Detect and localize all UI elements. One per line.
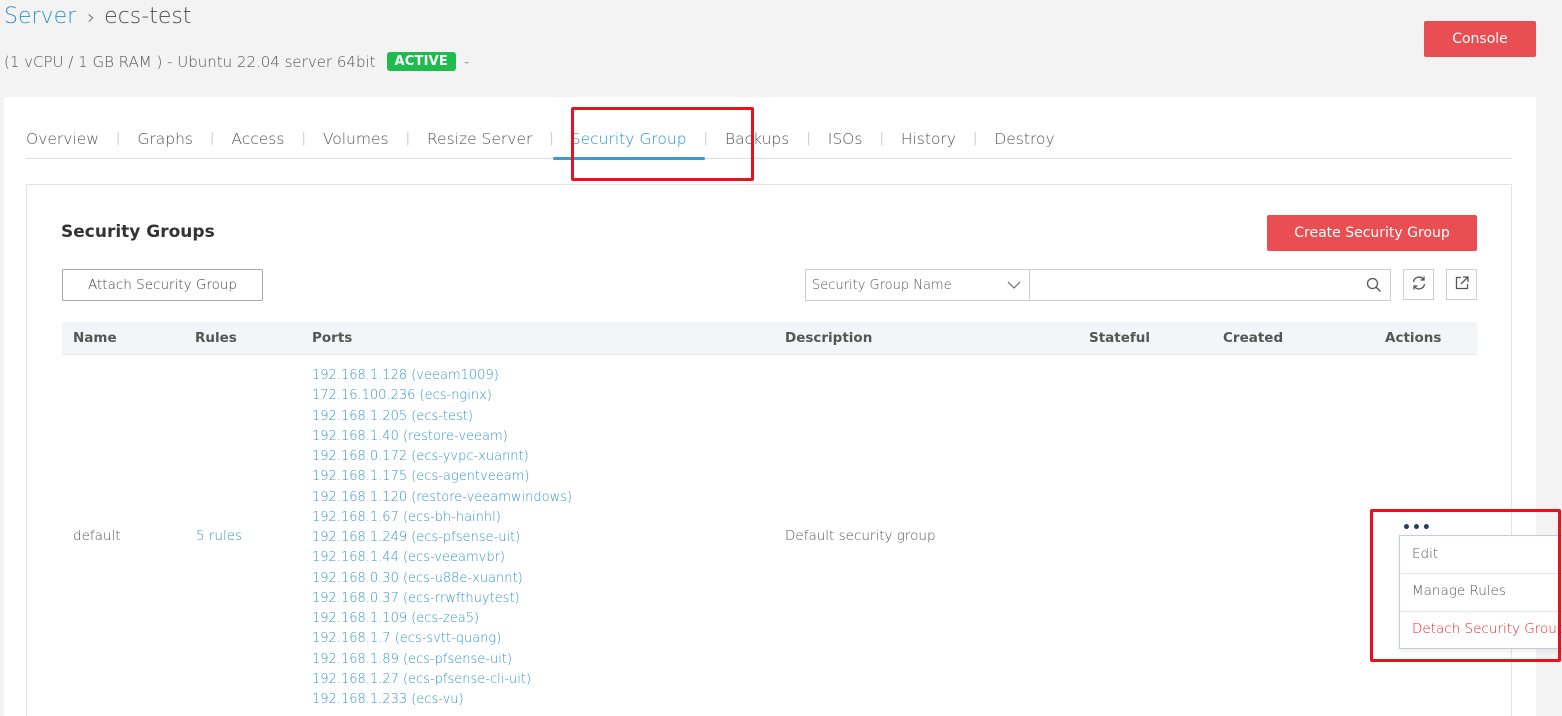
tab-separator: | <box>115 131 121 146</box>
column-header-actions: Actions <box>1385 330 1442 346</box>
tab-overview[interactable]: Overview <box>26 119 99 159</box>
tab-separator: | <box>301 131 306 146</box>
port-link[interactable]: 192.168.1.128 (veeam1009) <box>312 366 572 386</box>
refresh-icon <box>1410 274 1428 296</box>
section-title: Security Groups <box>61 222 215 242</box>
tab-separator: | <box>210 131 215 146</box>
filter-field-value: Security Group Name <box>812 277 952 293</box>
ports-list: 192.168.1.128 (veeam1009) 172.16.100.236… <box>312 366 572 710</box>
chevron-down-icon <box>1005 276 1023 298</box>
refresh-button[interactable] <box>1403 269 1434 300</box>
port-link[interactable]: 192.168.1.44 (ecs-veeamvbr) <box>312 548 572 568</box>
server-spec: (1 vCPU / 1 GB RAM ) - Ubuntu 22.04 serv… <box>4 52 376 71</box>
search-icon[interactable] <box>1366 277 1382 297</box>
column-header-stateful[interactable]: Stateful <box>1089 322 1150 354</box>
search-field <box>1029 269 1391 301</box>
console-button[interactable]: Console <box>1424 21 1536 57</box>
port-link[interactable]: 192.168.1.205 (ecs-test) <box>312 407 572 427</box>
external-link-icon <box>1453 274 1471 296</box>
port-link[interactable]: 192.168.1.249 (ecs-pfsense-uit) <box>312 528 572 548</box>
port-link[interactable]: 192.168.1.27 (ecs-pfsense-cli-uit) <box>312 670 572 690</box>
port-link[interactable]: 192.168.1.67 (ecs-bh-hainhl) <box>312 508 572 528</box>
tab-access[interactable]: Access <box>231 119 284 159</box>
security-groups-card <box>26 184 1512 716</box>
table-header: Name Rules Ports Description Stateful Cr… <box>62 322 1477 355</box>
tab-destroy[interactable]: Destroy <box>994 119 1054 159</box>
breadcrumb-server-link[interactable]: Server <box>4 4 76 29</box>
create-security-group-button[interactable]: Create Security Group <box>1267 215 1477 251</box>
column-header-name[interactable]: Name <box>73 322 117 354</box>
column-header-rules[interactable]: Rules <box>195 322 237 354</box>
port-link[interactable]: 192.168.1.233 (ecs-vu) <box>312 690 572 710</box>
port-link[interactable]: 192.168.0.30 (ecs-u88e-xuannt) <box>312 569 572 589</box>
port-link[interactable]: 192.168.1.120 (restore-veeamwindows) <box>312 488 572 508</box>
port-link[interactable]: 172.16.100.236 (ecs-nginx) <box>312 386 572 406</box>
rules-link[interactable]: 5 rules <box>196 528 242 544</box>
port-link[interactable]: 192.168.0.172 (ecs-yvpc-xuannt) <box>312 447 572 467</box>
server-info: (1 vCPU / 1 GB RAM ) - Ubuntu 22.04 serv… <box>4 52 469 71</box>
column-header-created[interactable]: Created <box>1223 322 1283 354</box>
port-link[interactable]: 192.168.1.175 (ecs-agentveeam) <box>312 467 572 487</box>
tab-separator: | <box>549 131 554 146</box>
tab-separator: | <box>806 131 811 146</box>
port-link[interactable]: 192.168.1.109 (ecs-zea5) <box>312 609 572 629</box>
filter-field-select[interactable]: Security Group Name <box>805 269 1030 301</box>
attach-security-group-button[interactable]: Attach Security Group <box>62 269 263 301</box>
port-link[interactable]: 192.168.0.37 (ecs-rrwfthuytest) <box>312 589 572 609</box>
status-badge: ACTIVE <box>386 52 456 71</box>
server-info-suffix: - <box>463 52 470 71</box>
tab-history[interactable]: History <box>901 119 956 159</box>
tab-separator: | <box>405 131 410 146</box>
tab-graphs[interactable]: Graphs <box>137 119 193 159</box>
breadcrumb: Server › ecs-test <box>4 4 191 29</box>
page-title: ecs-test <box>104 4 192 29</box>
column-header-ports[interactable]: Ports <box>312 322 352 354</box>
tab-isos[interactable]: ISOs <box>828 119 863 159</box>
tab-resize-server[interactable]: Resize Server <box>427 119 532 159</box>
row-description: Default security group <box>785 528 936 544</box>
column-header-description[interactable]: Description <box>785 322 872 354</box>
port-link[interactable]: 192.168.1.89 (ecs-pfsense-uit) <box>312 650 572 670</box>
port-link[interactable]: 192.168.1.7 (ecs-svtt-quang) <box>312 629 572 649</box>
row-name: default <box>73 528 121 544</box>
annotation-highlight-tab <box>571 107 754 181</box>
annotation-highlight-menu <box>1370 509 1561 662</box>
export-button[interactable] <box>1446 269 1477 300</box>
tab-volumes[interactable]: Volumes <box>323 119 389 159</box>
tab-separator: | <box>972 131 978 146</box>
search-input[interactable] <box>1030 270 1390 300</box>
tab-separator: | <box>879 131 884 146</box>
tab-bar: Overview | Graphs | Access | Volumes | R… <box>26 119 1512 160</box>
port-link[interactable]: 192.168.1.40 (restore-veeam) <box>312 427 572 447</box>
breadcrumb-separator: › <box>87 4 96 29</box>
